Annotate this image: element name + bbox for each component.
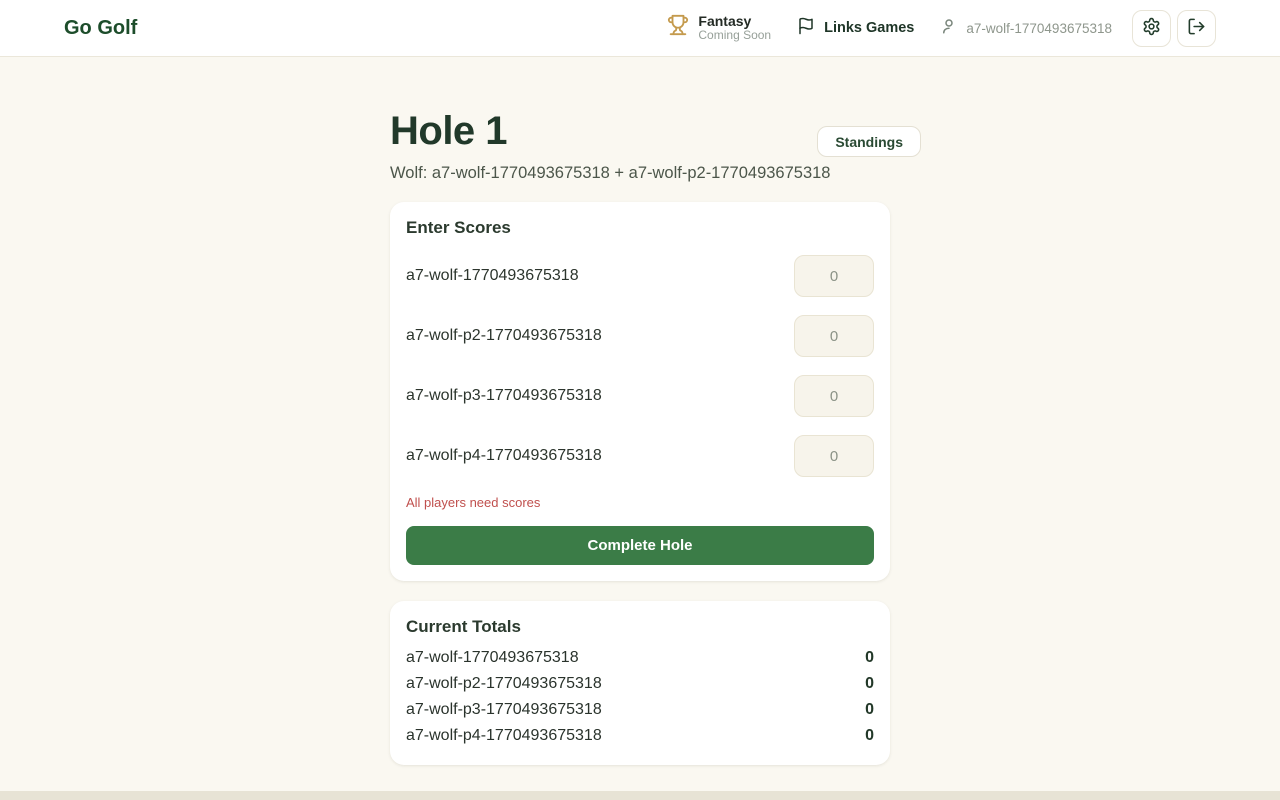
username-text: a7-wolf-1770493675318 xyxy=(966,21,1112,36)
app-header: Go Golf Fantasy Coming Soon xyxy=(0,0,1280,57)
main-content: Hole 1 Standings Wolf: a7-wolf-177049367… xyxy=(390,109,890,765)
score-input-player-1[interactable] xyxy=(794,255,874,297)
total-value: 0 xyxy=(865,671,874,697)
score-row: a7-wolf-p4-1770493675318 xyxy=(406,435,874,477)
validation-error: All players need scores xyxy=(406,495,874,510)
total-value: 0 xyxy=(865,645,874,671)
flag-icon xyxy=(797,17,815,40)
score-row: a7-wolf-1770493675318 xyxy=(406,255,874,297)
enter-scores-card: Enter Scores a7-wolf-1770493675318 a7-wo… xyxy=(390,202,890,581)
nav-item-links-games[interactable]: Links Games xyxy=(797,17,914,40)
total-player-name: a7-wolf-1770493675318 xyxy=(406,645,579,671)
total-value: 0 xyxy=(865,723,874,749)
header-right: Fantasy Coming Soon Links Games a7-wolf-… xyxy=(667,10,1216,47)
total-value: 0 xyxy=(865,697,874,723)
total-player-name: a7-wolf-p2-1770493675318 xyxy=(406,671,602,697)
gear-icon xyxy=(1142,17,1161,39)
complete-hole-button[interactable]: Complete Hole xyxy=(406,526,874,565)
total-row: a7-wolf-1770493675318 0 xyxy=(406,645,874,671)
links-games-label: Links Games xyxy=(824,20,914,36)
wolf-subtitle: Wolf: a7-wolf-1770493675318 + a7-wolf-p2… xyxy=(390,164,890,183)
player-name: a7-wolf-p4-1770493675318 xyxy=(406,447,602,465)
fantasy-coming-soon: Coming Soon xyxy=(698,29,771,43)
player-name: a7-wolf-1770493675318 xyxy=(406,267,579,285)
score-input-player-4[interactable] xyxy=(794,435,874,477)
person-icon xyxy=(940,17,958,40)
player-name: a7-wolf-p2-1770493675318 xyxy=(406,327,602,345)
current-totals-card: Current Totals a7-wolf-1770493675318 0 a… xyxy=(390,601,890,765)
score-input-player-3[interactable] xyxy=(794,375,874,417)
total-row: a7-wolf-p2-1770493675318 0 xyxy=(406,671,874,697)
settings-button[interactable] xyxy=(1132,10,1171,47)
header-buttons xyxy=(1132,10,1216,47)
score-row: a7-wolf-p3-1770493675318 xyxy=(406,375,874,417)
score-input-player-2[interactable] xyxy=(794,315,874,357)
fantasy-text: Fantasy Coming Soon xyxy=(698,13,771,43)
standings-button[interactable]: Standings xyxy=(817,126,921,157)
total-player-name: a7-wolf-p3-1770493675318 xyxy=(406,697,602,723)
page-title: Hole 1 xyxy=(390,109,890,154)
trophy-icon xyxy=(667,14,689,41)
user-chip: a7-wolf-1770493675318 xyxy=(940,17,1112,40)
score-row: a7-wolf-p2-1770493675318 xyxy=(406,315,874,357)
total-row: a7-wolf-p4-1770493675318 0 xyxy=(406,723,874,749)
footer-bar xyxy=(0,791,1280,800)
player-name: a7-wolf-p3-1770493675318 xyxy=(406,387,602,405)
current-totals-heading: Current Totals xyxy=(406,617,874,637)
nav-item-fantasy[interactable]: Fantasy Coming Soon xyxy=(667,13,771,43)
logout-icon xyxy=(1187,17,1206,39)
total-row: a7-wolf-p3-1770493675318 0 xyxy=(406,697,874,723)
fantasy-label: Fantasy xyxy=(698,13,771,29)
enter-scores-heading: Enter Scores xyxy=(406,218,874,238)
logout-button[interactable] xyxy=(1177,10,1216,47)
app-logo[interactable]: Go Golf xyxy=(64,17,137,40)
total-player-name: a7-wolf-p4-1770493675318 xyxy=(406,723,602,749)
